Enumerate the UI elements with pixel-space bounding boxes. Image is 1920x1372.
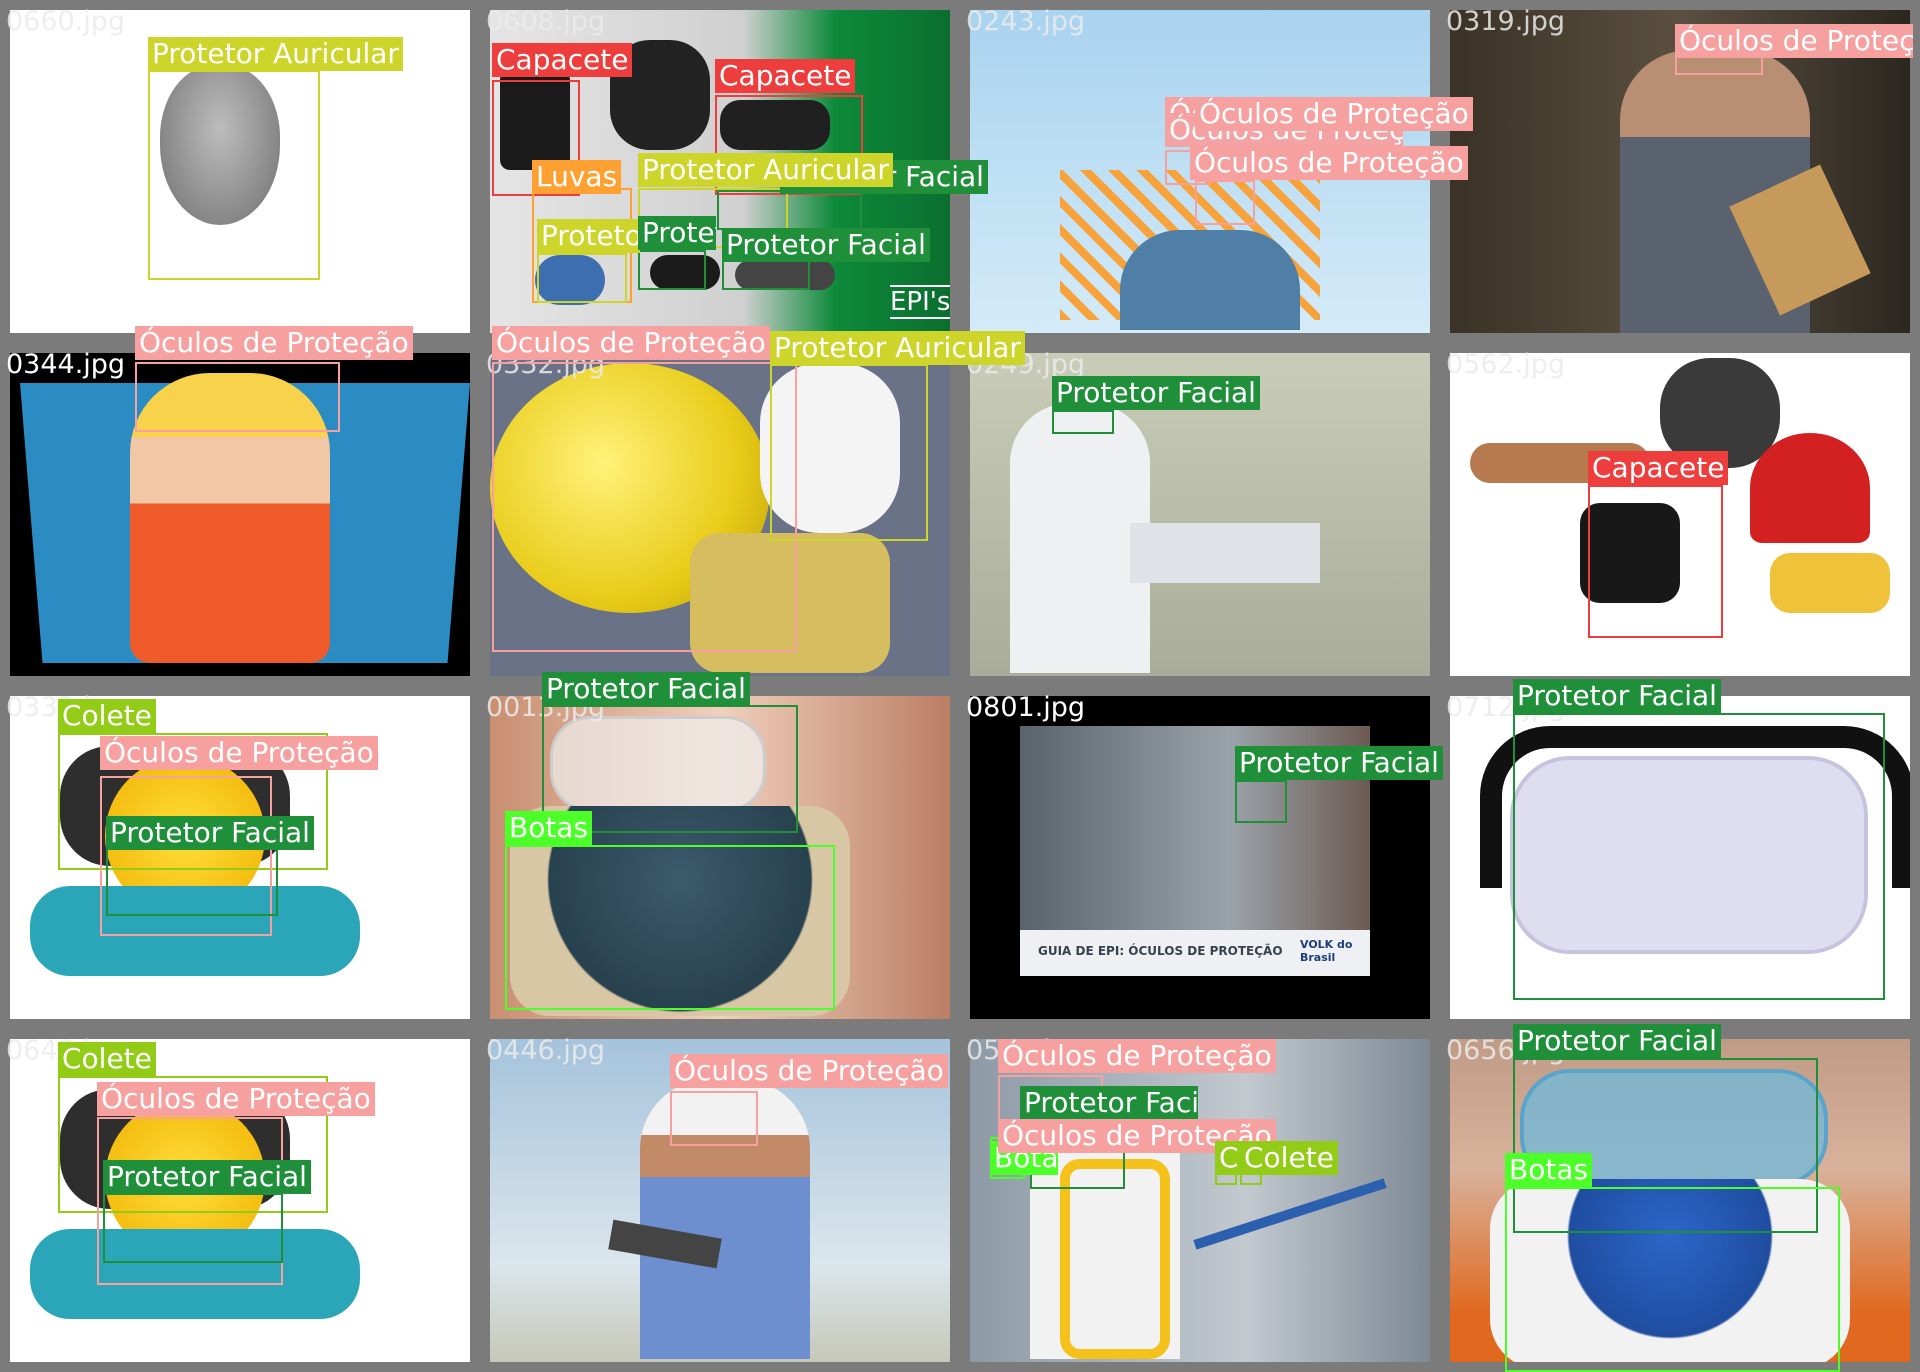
grid-tile[interactable]: 0249.jpg Protetor Facial	[960, 343, 1440, 686]
bbox-label: Capacete	[492, 43, 633, 77]
bbox-protetor-facial	[722, 258, 810, 290]
cover-title: GUIA DE EPI: ÓCULOS DE PROTEÇÃO	[1038, 944, 1283, 958]
grid-tile[interactable]: 0562.jpg Capacete	[1440, 343, 1920, 686]
bbox-oculos-de-protecao	[1675, 55, 1763, 75]
bbox-label: Protetor Facial	[103, 1160, 311, 1194]
grid-tile[interactable]: 0656.jpg Protetor Facial Botas	[1440, 1024, 1920, 1372]
bbox-label: Protetor Auricular	[638, 153, 893, 187]
harness-image	[1060, 1159, 1170, 1359]
filename: 0562.jpg	[1446, 349, 1566, 380]
bbox-label: Óculos de Proteção	[100, 736, 378, 770]
bbox-label: Colete	[1240, 1141, 1338, 1175]
bbox-label: Protetor Facial	[1513, 679, 1721, 713]
grid-tile[interactable]: EPI's 0608.jpg Capacete Capacete Proteto…	[480, 0, 988, 343]
bbox-protetor-facial	[103, 1193, 283, 1263]
grid-tile[interactable]: GUIA DE EPI: ÓCULOS DE PROTEÇÃO VOLK do …	[960, 686, 1443, 1029]
grid-tile[interactable]: 0243.jpg Óculos de Proteção Óculos de Pr…	[960, 0, 1473, 343]
bbox-label: Capacete	[715, 59, 856, 93]
worker-image	[1120, 230, 1300, 330]
bbox-label: Protetor Auricular	[537, 219, 640, 253]
bbox-label: Óculos de Proteção	[1195, 97, 1473, 131]
bbox-protetor-auricular	[148, 70, 320, 280]
bbox-protetor-facial	[1513, 713, 1885, 1000]
rope-image	[1193, 1178, 1387, 1250]
bbox-label: Óculos de Proteção	[1675, 24, 1913, 58]
grid-tile[interactable]: 0564.jpg Óculos de Proteção Protetor Fac…	[960, 1029, 1440, 1372]
bbox-protetor-facial	[638, 250, 706, 290]
grid-tile[interactable]: 0648.jpg Colete Óculos de Proteção Prote…	[0, 1029, 480, 1372]
bbox-label: Óculos de Proteção	[97, 1082, 375, 1116]
bbox-label: Protetor Auricular	[148, 37, 403, 71]
bbox-botas	[505, 845, 835, 1010]
filename: 0243.jpg	[966, 6, 1086, 37]
bbox-label: Protetor Facial	[106, 816, 314, 850]
brand-logo: VOLK do Brasil	[1300, 938, 1353, 964]
grid-tile[interactable]: 0333.jpg Colete Óculos de Proteção Prote…	[0, 686, 480, 1029]
bbox-label: Capacete	[1588, 451, 1729, 485]
bbox-label: Protetor Facial	[1020, 1086, 1198, 1120]
bbox-label: Protetor Facial	[638, 216, 716, 250]
filename: 0801.jpg	[966, 692, 1086, 723]
epis-text: EPI's	[890, 285, 950, 319]
bbox-label: Colete	[58, 1042, 156, 1076]
bbox-label: Luvas	[532, 160, 622, 194]
grid-tile[interactable]: 0013.jpg Protetor Facial Botas	[480, 672, 960, 1029]
grid-tile[interactable]: 0446.jpg Óculos de Proteção	[480, 1029, 960, 1372]
bbox-protetor-facial	[106, 846, 278, 916]
bbox-protetor-auricular	[537, 253, 627, 303]
bbox-label: Óculos de Proteção	[492, 326, 770, 360]
bbox-label: Protetor Facial	[1513, 1024, 1721, 1058]
cover-footer: GUIA DE EPI: ÓCULOS DE PROTEÇÃO VOLK do …	[1020, 930, 1370, 976]
bbox-label: Óculos de Proteção	[670, 1054, 948, 1088]
bbox-label: Óculos de Proteção	[998, 1039, 1276, 1073]
bbox-label: Protetor Facial	[1052, 376, 1260, 410]
bbox-label: Botas	[505, 811, 593, 845]
grid-tile[interactable]: 0319.jpg Óculos de Proteção	[1440, 0, 1920, 343]
bbox-oculos-de-protecao	[1195, 180, 1255, 225]
bbox-label: Protetor Facial	[1235, 746, 1443, 780]
bbox-oculos-de-protecao	[492, 362, 797, 652]
filename: 0660.jpg	[6, 6, 126, 37]
red-helmet-image	[1750, 433, 1870, 543]
filename: 0319.jpg	[1446, 6, 1566, 37]
filename: 0446.jpg	[486, 1035, 606, 1066]
bbox-label: Botas	[1505, 1153, 1593, 1187]
bbox-capacete	[1588, 485, 1723, 638]
bbox-protetor-facial	[1052, 410, 1114, 434]
grid-tile[interactable]: 0660.jpg Protetor Auricular	[0, 0, 480, 343]
grid-tile[interactable]: 0332.jpg Óculos de Proteção Protetor Aur…	[480, 326, 1025, 686]
gloves-image	[1770, 553, 1890, 613]
bbox-protetor-facial	[1235, 780, 1287, 823]
hospital-bed-image	[1130, 523, 1320, 583]
grid-tile[interactable]: 0344.jpg Óculos de Proteção	[0, 326, 480, 686]
bbox-protetor-auricular	[770, 364, 928, 541]
bbox-label: Protetor Facial	[722, 228, 930, 262]
bbox-label: Protetor Auricular	[770, 331, 1025, 365]
bbox-label: Protetor Facial	[542, 672, 750, 706]
filename: 0608.jpg	[486, 6, 606, 37]
bbox-oculos-de-protecao	[135, 362, 340, 432]
filename: 0344.jpg	[6, 349, 126, 380]
bbox-label: Óculos de Proteção	[1190, 146, 1468, 180]
surgeon-image	[1010, 403, 1150, 673]
grid-tile[interactable]: 0712.jpg Protetor Facial	[1440, 679, 1920, 1029]
bbox-botas	[1505, 1187, 1840, 1372]
tile-image: GUIA DE EPI: ÓCULOS DE PROTEÇÃO VOLK do …	[970, 696, 1430, 1019]
bbox-oculos-de-protecao	[670, 1091, 758, 1146]
bbox-label: Óculos de Proteção	[135, 326, 413, 360]
bbox-label: Colete	[58, 699, 156, 733]
